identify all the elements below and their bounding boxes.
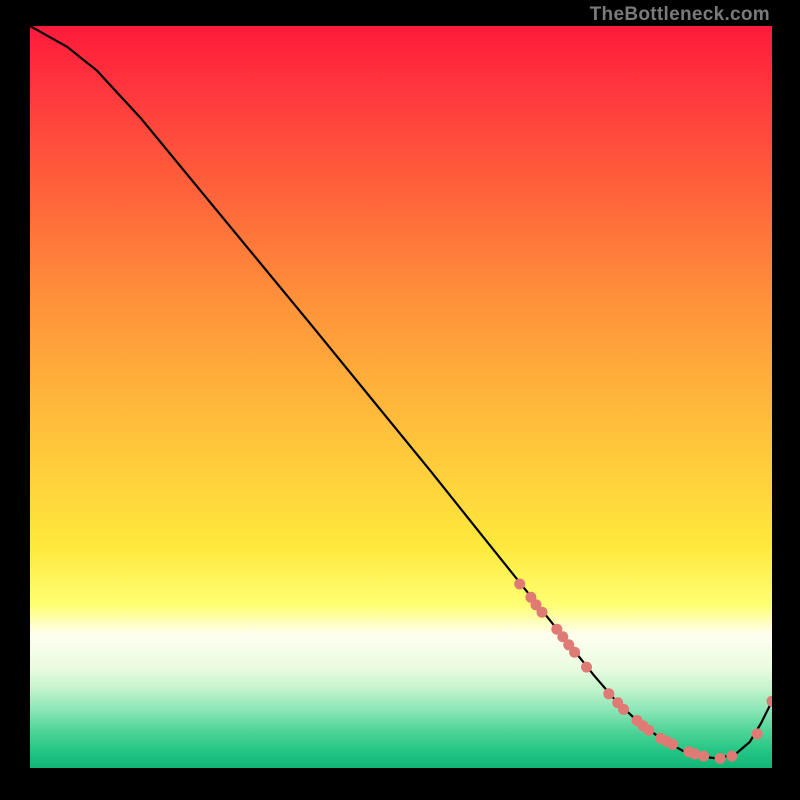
chart-stage: TheBottleneck.com <box>0 0 800 800</box>
plot-area <box>30 26 772 768</box>
plot-background-gradient <box>30 26 772 768</box>
branding-watermark: TheBottleneck.com <box>590 4 770 26</box>
